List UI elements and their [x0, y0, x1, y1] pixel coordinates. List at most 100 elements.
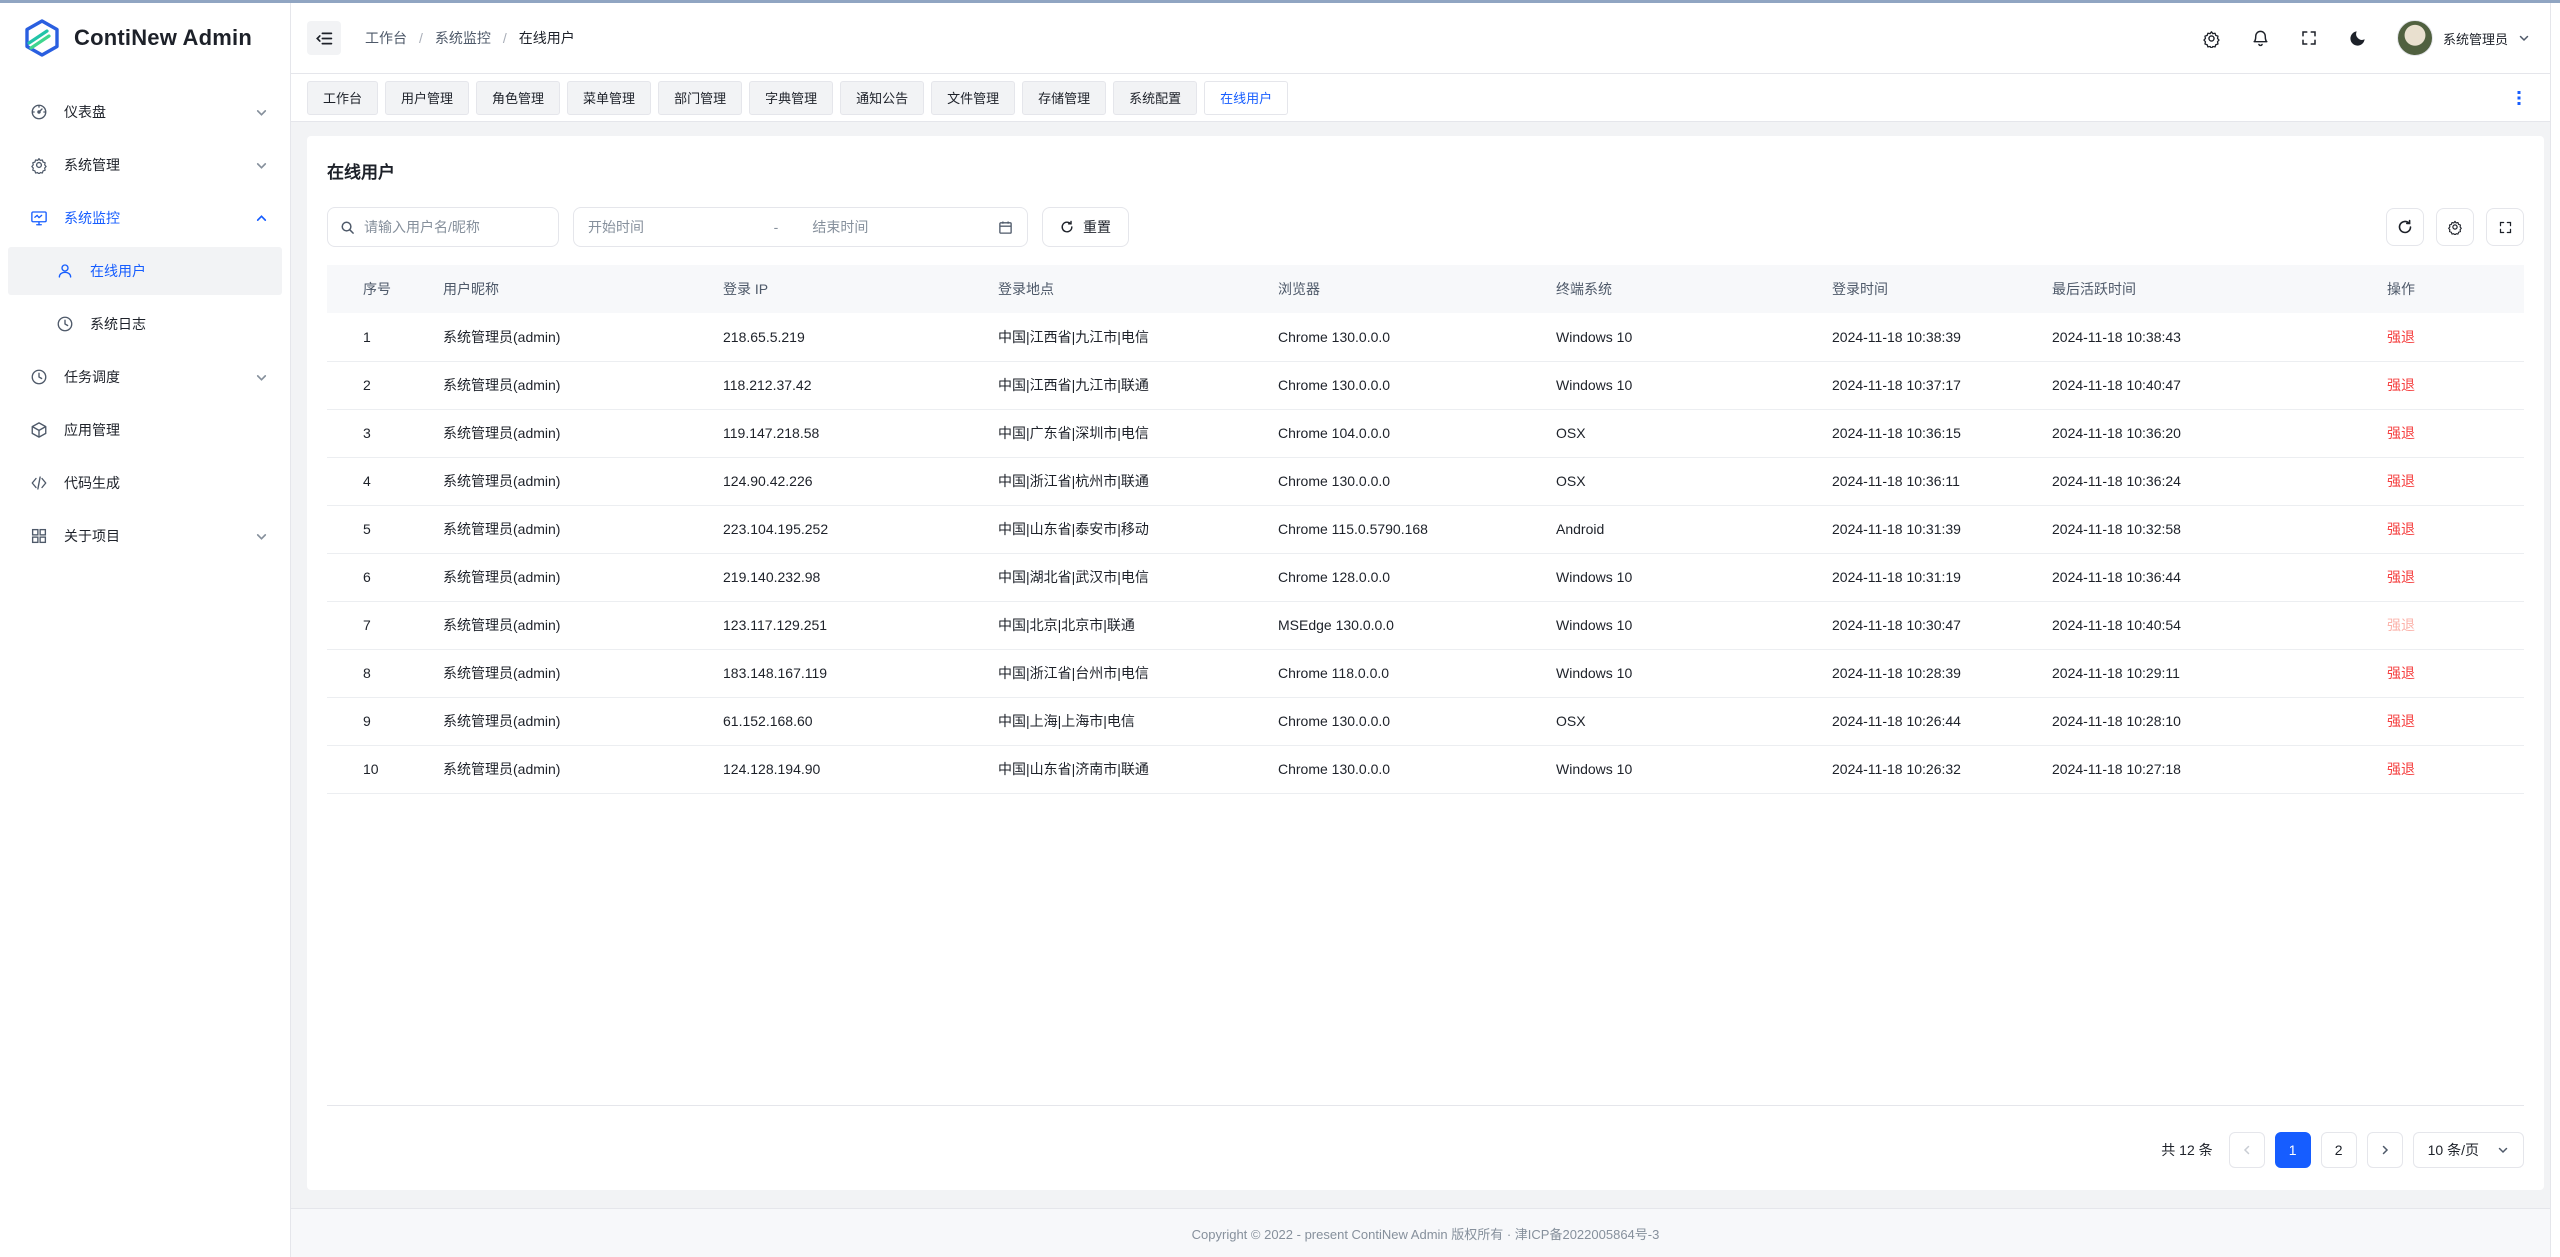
- tab-通知公告[interactable]: 通知公告: [840, 81, 924, 115]
- sidebar-item-系统管理[interactable]: 系统管理: [8, 141, 282, 189]
- chevron-down-icon: [255, 106, 268, 119]
- sidebar-item-代码生成[interactable]: 代码生成: [8, 459, 282, 507]
- tab-存储管理[interactable]: 存储管理: [1022, 81, 1106, 115]
- tab-工作台[interactable]: 工作台: [307, 81, 378, 115]
- breadcrumb-item-monitor[interactable]: 系统监控: [435, 28, 491, 48]
- date-range-picker[interactable]: -: [573, 207, 1028, 247]
- cell-nickname: 系统管理员(admin): [427, 697, 707, 745]
- page-size-select[interactable]: 10 条/页: [2413, 1132, 2524, 1168]
- cell-location: 中国|江西省|九江市|联通: [982, 361, 1262, 409]
- scrollbar[interactable]: [2550, 3, 2560, 1257]
- tab-部门管理[interactable]: 部门管理: [658, 81, 742, 115]
- column-header-last_active: 最后活跃时间: [2036, 265, 2371, 313]
- cell-index: 9: [327, 697, 427, 745]
- force-logout-link[interactable]: 强退: [2387, 665, 2415, 681]
- sidebar-item-应用管理[interactable]: 应用管理: [8, 406, 282, 454]
- cell-action: 强退: [2371, 457, 2524, 505]
- cell-os: Windows 10: [1540, 649, 1816, 697]
- cell-browser: Chrome 130.0.0.0: [1262, 697, 1540, 745]
- cell-location: 中国|湖北省|武汉市|电信: [982, 553, 1262, 601]
- breadcrumb-item-workbench[interactable]: 工作台: [365, 28, 407, 48]
- tab-在线用户[interactable]: 在线用户: [1204, 81, 1288, 115]
- cell-last_active: 2024-11-18 10:29:11: [2036, 649, 2371, 697]
- refresh-table-button[interactable]: [2386, 208, 2424, 246]
- start-date-input[interactable]: [588, 219, 766, 235]
- dark-mode-moon-icon[interactable]: [2348, 29, 2367, 48]
- table-settings-button[interactable]: [2436, 208, 2474, 246]
- tab-用户管理[interactable]: 用户管理: [385, 81, 469, 115]
- sidebar-item-仪表盘[interactable]: 仪表盘: [8, 88, 282, 136]
- cell-location: 中国|山东省|泰安市|移动: [982, 505, 1262, 553]
- menu-fold-icon: [316, 30, 333, 47]
- cell-nickname: 系统管理员(admin): [427, 313, 707, 361]
- cell-last_active: 2024-11-18 10:38:43: [2036, 313, 2371, 361]
- app-title: ContiNew Admin: [74, 25, 252, 51]
- sidebar-subitem-系统日志[interactable]: 系统日志: [8, 300, 282, 348]
- top-header: 工作台 / 系统监控 / 在线用户: [291, 3, 2560, 73]
- cell-login_time: 2024-11-18 10:26:44: [1816, 697, 2036, 745]
- fullscreen-icon: [2498, 220, 2513, 235]
- bell-icon[interactable]: [2251, 29, 2270, 48]
- cell-os: OSX: [1540, 409, 1816, 457]
- page-button-2[interactable]: 2: [2321, 1132, 2357, 1168]
- force-logout-link[interactable]: 强退: [2387, 425, 2415, 441]
- force-logout-link[interactable]: 强退: [2387, 329, 2415, 345]
- force-logout-link[interactable]: 强退: [2387, 569, 2415, 585]
- sidebar-item-系统监控[interactable]: 系统监控: [8, 194, 282, 242]
- tab-文件管理[interactable]: 文件管理: [931, 81, 1015, 115]
- end-date-input[interactable]: [812, 219, 990, 235]
- sidebar-item-任务调度[interactable]: 任务调度: [8, 353, 282, 401]
- tab-菜单管理[interactable]: 菜单管理: [567, 81, 651, 115]
- cell-browser: Chrome 118.0.0.0: [1262, 649, 1540, 697]
- reset-button[interactable]: 重置: [1042, 207, 1129, 247]
- force-logout-link[interactable]: 强退: [2387, 521, 2415, 537]
- cell-action: 强退: [2371, 697, 2524, 745]
- page-button-1[interactable]: 1: [2275, 1132, 2311, 1168]
- cell-location: 中国|浙江省|杭州市|联通: [982, 457, 1262, 505]
- cell-browser: Chrome 130.0.0.0: [1262, 361, 1540, 409]
- sidebar-menu: 仪表盘系统管理系统监控在线用户系统日志任务调度应用管理代码生成关于项目: [0, 73, 290, 575]
- calendar-icon: [998, 220, 1013, 235]
- cell-last_active: 2024-11-18 10:40:54: [2036, 601, 2371, 649]
- force-logout-link[interactable]: 强退: [2387, 377, 2415, 393]
- fullscreen-icon[interactable]: [2300, 29, 2318, 47]
- page-size-label: 10 条/页: [2428, 1140, 2479, 1160]
- tab-系统配置[interactable]: 系统配置: [1113, 81, 1197, 115]
- cube-icon: [30, 421, 48, 439]
- cell-browser: Chrome 130.0.0.0: [1262, 313, 1540, 361]
- prev-page-button[interactable]: [2229, 1132, 2265, 1168]
- table-header: 序号用户昵称登录 IP登录地点浏览器终端系统登录时间最后活跃时间操作: [327, 265, 2524, 313]
- force-logout-link[interactable]: 强退: [2387, 473, 2415, 489]
- sidebar-subitem-在线用户[interactable]: 在线用户: [8, 247, 282, 295]
- column-header-os: 终端系统: [1540, 265, 1816, 313]
- force-logout-link[interactable]: 强退: [2387, 713, 2415, 729]
- cell-last_active: 2024-11-18 10:36:20: [2036, 409, 2371, 457]
- cell-login_time: 2024-11-18 10:38:39: [1816, 313, 2036, 361]
- breadcrumb-separator: /: [503, 30, 507, 46]
- settings-icon[interactable]: [2202, 29, 2221, 48]
- cell-index: 2: [327, 361, 427, 409]
- cell-os: Windows 10: [1540, 313, 1816, 361]
- cell-ip: 223.104.195.252: [707, 505, 982, 553]
- tab-角色管理[interactable]: 角色管理: [476, 81, 560, 115]
- user-menu[interactable]: 系统管理员: [2397, 20, 2530, 56]
- cell-ip: 183.148.167.119: [707, 649, 982, 697]
- force-logout-link[interactable]: 强退: [2387, 761, 2415, 777]
- chevron-down-icon: [2518, 32, 2530, 44]
- avatar: [2397, 20, 2433, 56]
- cell-index: 1: [327, 313, 427, 361]
- cell-action: 强退: [2371, 553, 2524, 601]
- tab-more-icon[interactable]: [2512, 90, 2544, 106]
- sidebar-item-label: 应用管理: [64, 420, 120, 440]
- sidebar-item-关于项目[interactable]: 关于项目: [8, 512, 282, 560]
- search-input[interactable]: [364, 219, 546, 235]
- sidebar-collapse-button[interactable]: [307, 21, 341, 55]
- user-name: 系统管理员: [2443, 29, 2508, 48]
- footer: Copyright © 2022 - present ContiNew Admi…: [291, 1208, 2560, 1257]
- cell-os: Windows 10: [1540, 553, 1816, 601]
- cell-nickname: 系统管理员(admin): [427, 505, 707, 553]
- page-title: 在线用户: [327, 158, 2524, 183]
- tab-字典管理[interactable]: 字典管理: [749, 81, 833, 115]
- next-page-button[interactable]: [2367, 1132, 2403, 1168]
- table-fullscreen-button[interactable]: [2486, 208, 2524, 246]
